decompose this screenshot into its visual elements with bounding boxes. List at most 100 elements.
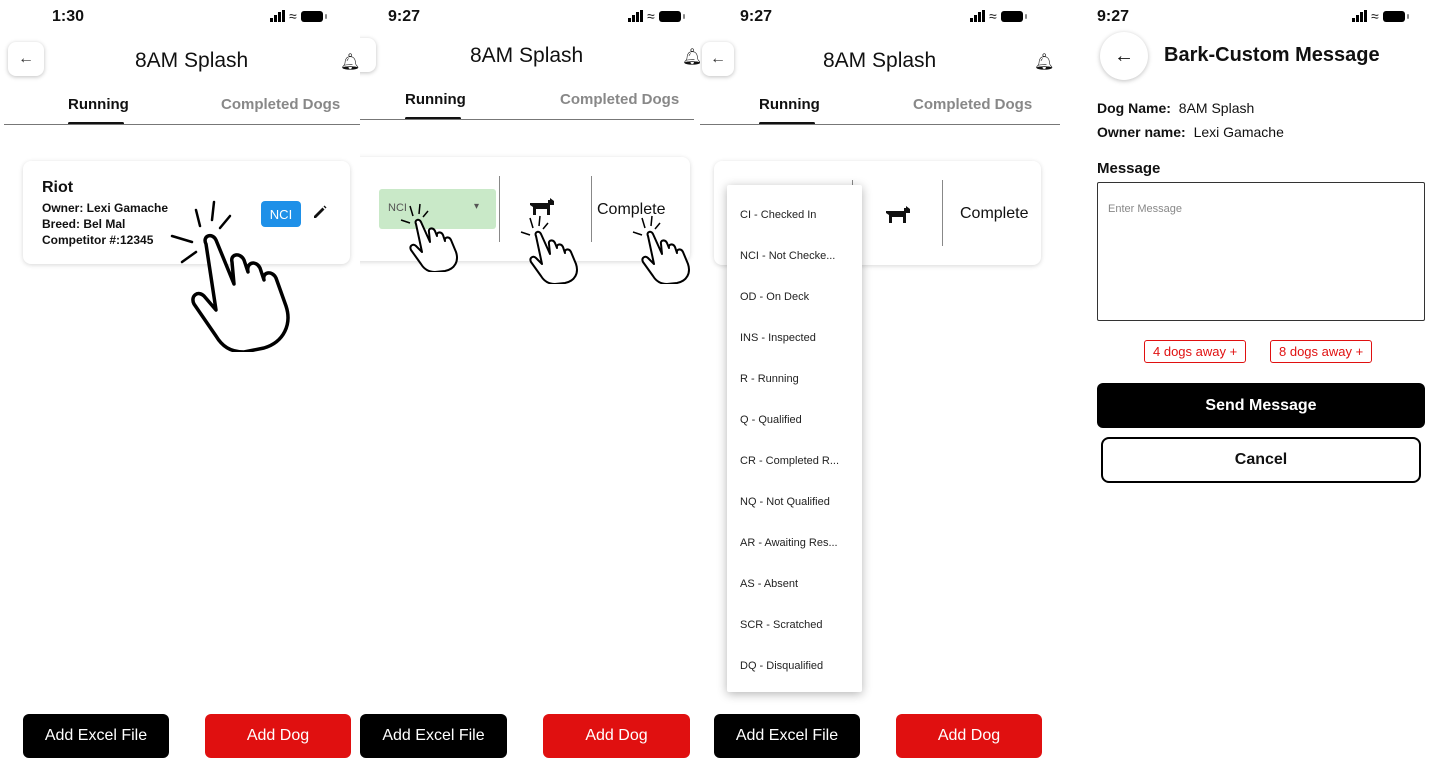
cancel-button[interactable]: Cancel [1101, 437, 1421, 483]
pencil-icon[interactable] [312, 204, 328, 225]
message-placeholder: Enter Message [1108, 203, 1182, 215]
signal-icon [1352, 10, 1367, 22]
screen-custom-message: 9:27 ≈ ← Bark-Custom Message Dog Name: 8… [1070, 0, 1431, 758]
status-option-ci[interactable]: CI - Checked In [740, 209, 816, 221]
tab-bar: Running Completed Dogs [0, 96, 360, 126]
column-divider [942, 180, 943, 246]
complete-button[interactable]: Complete [597, 201, 665, 219]
dog-name: Riot [42, 179, 74, 196]
back-button[interactable]: ← [8, 42, 44, 76]
tab-divider [700, 124, 1060, 125]
tab-completed-dogs[interactable]: Completed Dogs [913, 96, 1032, 113]
dropdown-caret-icon: ▾ [474, 201, 480, 212]
screen-status-dropdown: 9:27 ≈ ← 8AM Splash 🔔︎ Running Completed… [700, 0, 1060, 758]
dog-owner: Owner: Lexi Gamache [42, 201, 169, 215]
dog-name-value: 8AM Splash [1178, 100, 1255, 116]
back-button[interactable] [360, 38, 376, 72]
status-bar: 9:27 ≈ [1070, 8, 1431, 32]
tab-running[interactable]: Running [68, 96, 129, 113]
status-time: 9:27 [388, 8, 421, 25]
status-time: 9:27 [1097, 8, 1130, 25]
status-option-cr[interactable]: CR - Completed R... [740, 455, 839, 467]
signal-icon [270, 10, 285, 22]
chip-8-dogs-away[interactable]: 8 dogs away + [1270, 340, 1373, 363]
owner-name-value: Lexi Gamache [1193, 124, 1284, 140]
screen-row-actions: 9:27 ≈ 8AM Splash 🔔︎ Running Completed D… [360, 0, 700, 758]
status-option-ins[interactable]: INS - Inspected [740, 332, 816, 344]
battery-icon [658, 10, 685, 22]
status-time: 9:27 [740, 8, 773, 25]
dog-icon[interactable] [528, 197, 556, 224]
tab-divider [360, 119, 694, 120]
status-option-q[interactable]: Q - Qualified [740, 414, 802, 426]
add-dog-button[interactable]: Add Dog [896, 714, 1042, 758]
wifi-icon: ≈ [647, 8, 655, 24]
dog-competitor-number: Competitor #:12345 [42, 233, 154, 247]
battery-icon [1382, 10, 1409, 22]
chip-4-dogs-away[interactable]: 4 dogs away + [1144, 340, 1247, 363]
message-label: Message [1097, 160, 1161, 177]
status-option-scr[interactable]: SCR - Scratched [740, 619, 823, 631]
status-option-nci[interactable]: NCI - Not Checke... [740, 250, 835, 262]
status-option-ar[interactable]: AR - Awaiting Res... [740, 537, 838, 549]
owner-name-row: Owner name: Lexi Gamache [1097, 124, 1284, 140]
signal-icon [970, 10, 985, 22]
complete-button[interactable]: Complete [960, 205, 1028, 223]
status-badge[interactable]: NCI [261, 201, 301, 227]
back-arrow-icon: ← [710, 50, 726, 67]
column-divider [499, 176, 500, 242]
screen-running-list: 1:30 ≈ ← 8AM Splash 🔔︎ Running Completed… [0, 0, 360, 758]
wifi-icon: ≈ [1371, 8, 1379, 24]
page-title: 8AM Splash [135, 49, 249, 72]
tab-completed-dogs[interactable]: Completed Dogs [221, 96, 340, 113]
back-arrow-icon: ← [18, 50, 34, 67]
bell-icon[interactable]: 🔔︎ [682, 47, 700, 67]
dog-row-card[interactable]: NCI ▾ Complete [360, 157, 690, 261]
add-excel-file-button[interactable]: Add Excel File [360, 714, 507, 758]
page-title: 8AM Splash [470, 44, 584, 67]
column-divider [591, 176, 592, 242]
add-dog-button[interactable]: Add Dog [543, 714, 690, 758]
status-time: 1:30 [52, 8, 85, 25]
status-select-value: NCI [388, 202, 407, 214]
dog-breed: Breed: Bel Mal [42, 217, 126, 231]
bell-icon[interactable]: 🔔︎ [340, 52, 360, 72]
status-option-dq[interactable]: DQ - Disqualified [740, 660, 823, 672]
status-option-od[interactable]: OD - On Deck [740, 291, 809, 303]
dog-icon[interactable] [884, 205, 912, 232]
status-option-nq[interactable]: NQ - Not Qualified [740, 496, 830, 508]
add-dog-button[interactable]: Add Dog [205, 714, 351, 758]
battery-icon [300, 10, 327, 22]
page-title: 8AM Splash [823, 49, 937, 72]
wifi-icon: ≈ [289, 8, 297, 24]
back-button[interactable]: ← [1100, 32, 1148, 80]
bell-icon[interactable]: 🔔︎ [1034, 52, 1054, 72]
tab-bar: Running Completed Dogs [700, 96, 1060, 126]
add-excel-file-button[interactable]: Add Excel File [23, 714, 169, 758]
tab-completed-dogs[interactable]: Completed Dogs [560, 91, 679, 108]
status-option-r[interactable]: R - Running [740, 373, 799, 385]
tab-running[interactable]: Running [759, 96, 820, 113]
signal-icon [628, 10, 643, 22]
battery-icon [1000, 10, 1027, 22]
tab-running[interactable]: Running [405, 91, 466, 108]
status-select[interactable]: NCI ▾ [379, 189, 496, 229]
status-bar: 1:30 ≈ [0, 8, 360, 32]
status-option-as[interactable]: AS - Absent [740, 578, 798, 590]
add-excel-file-button[interactable]: Add Excel File [714, 714, 860, 758]
status-dropdown-menu[interactable]: CI - Checked In NCI - Not Checke... OD -… [727, 185, 862, 692]
status-bar: 9:27 ≈ [360, 8, 700, 32]
message-textarea[interactable]: Enter Message [1097, 182, 1425, 321]
tab-divider [4, 124, 360, 125]
dog-name-label: Dog Name: [1097, 100, 1171, 116]
wifi-icon: ≈ [989, 8, 997, 24]
back-button[interactable]: ← [702, 42, 734, 76]
owner-name-label: Owner name: [1097, 124, 1186, 140]
tab-bar: Running Completed Dogs [360, 91, 700, 121]
dog-name-row: Dog Name: 8AM Splash [1097, 100, 1254, 116]
dog-card[interactable]: Riot Owner: Lexi Gamache Breed: Bel Mal … [23, 161, 350, 264]
status-bar: 9:27 ≈ [700, 8, 1060, 32]
page-title: Bark-Custom Message [1164, 44, 1380, 66]
send-message-button[interactable]: Send Message [1097, 383, 1425, 428]
back-arrow-icon: ← [1114, 44, 1134, 67]
